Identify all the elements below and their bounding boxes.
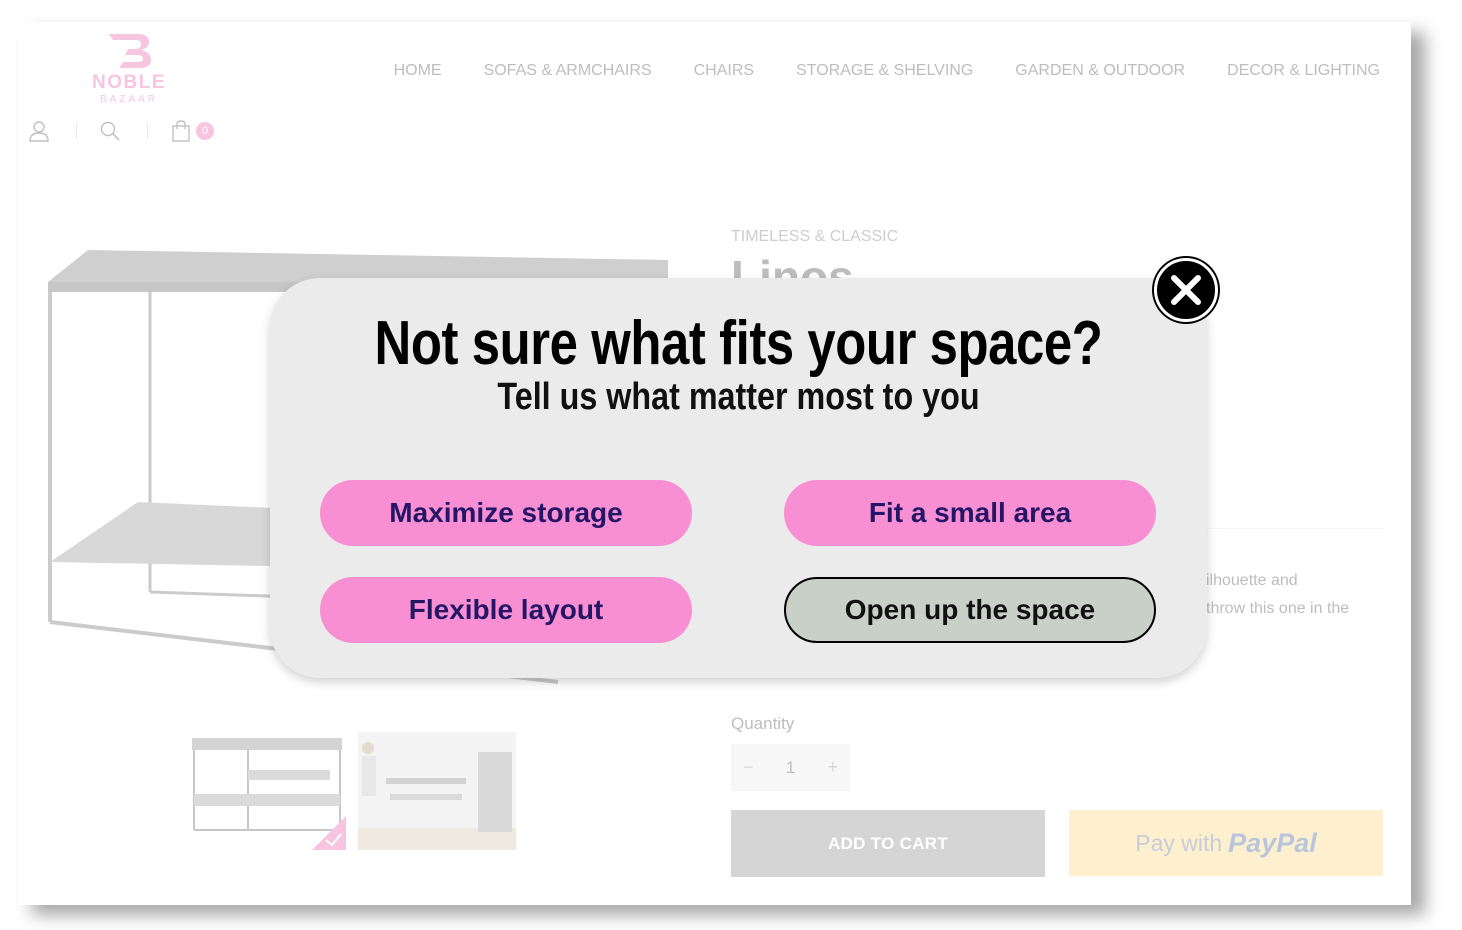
- modal-title: Not sure what fits your space?: [374, 309, 1103, 378]
- close-icon[interactable]: [1154, 258, 1218, 322]
- option-open-up-space-button[interactable]: Open up the space: [784, 577, 1156, 643]
- option-maximize-storage-button[interactable]: Maximize storage: [320, 480, 692, 546]
- option-flexible-layout-button[interactable]: Flexible layout: [320, 577, 692, 643]
- quiz-modal: Not sure what fits your space? Tell us w…: [270, 278, 1207, 678]
- option-fit-small-area-button[interactable]: Fit a small area: [784, 480, 1156, 546]
- modal-subtitle: Tell us what matter most to you: [497, 376, 980, 418]
